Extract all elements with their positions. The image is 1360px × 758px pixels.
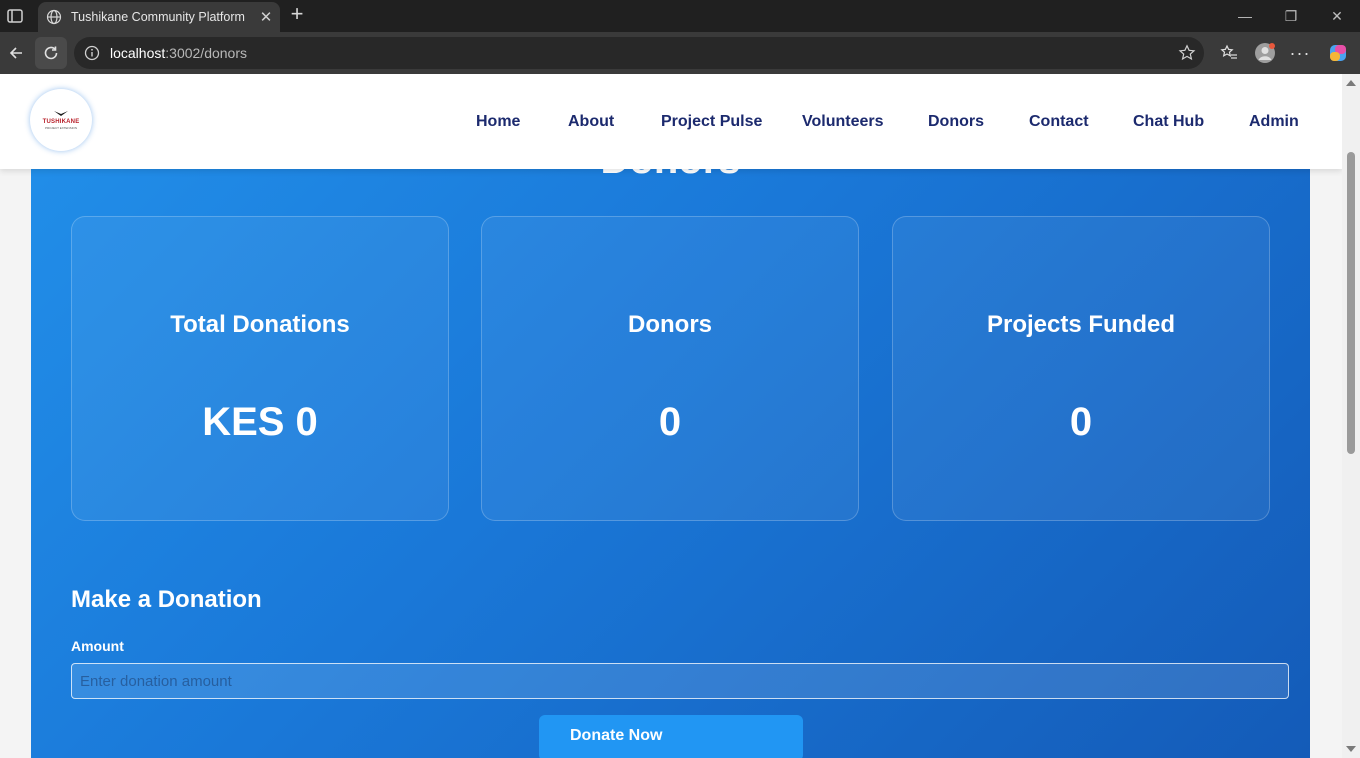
globe-icon xyxy=(46,9,62,25)
url-host: localhost xyxy=(110,45,166,61)
stat-card-total-donations: Total Donations KES 0 xyxy=(71,216,449,521)
more-options-icon[interactable]: ··· xyxy=(1284,37,1316,69)
amount-label: Amount xyxy=(71,638,124,654)
browser-tabbar: Tushikane Community Platform ✕ + — ❐ ✕ xyxy=(0,0,1360,32)
tab-actions-icon[interactable] xyxy=(6,7,24,25)
scrollbar-thumb[interactable] xyxy=(1347,152,1355,454)
favorite-star-icon[interactable] xyxy=(1178,44,1196,62)
profile-avatar-icon[interactable] xyxy=(1249,37,1281,69)
nav-link-contact[interactable]: Contact xyxy=(1029,113,1089,131)
window-close-icon[interactable]: ✕ xyxy=(1314,0,1360,32)
nav-link-chat-hub[interactable]: Chat Hub xyxy=(1133,113,1204,131)
copilot-icon[interactable] xyxy=(1322,37,1354,69)
url-path: :3002/donors xyxy=(165,45,247,61)
tab-title: Tushikane Community Platform xyxy=(71,10,245,24)
donate-now-button[interactable]: Donate Now xyxy=(539,715,803,758)
site-logo[interactable]: TUSHIKANE PROJECT EXTENSION xyxy=(30,89,92,151)
nav-link-volunteers[interactable]: Volunteers xyxy=(802,113,884,131)
nav-link-admin[interactable]: Admin xyxy=(1249,113,1299,131)
nav-link-home[interactable]: Home xyxy=(476,113,520,131)
logo-bird-icon xyxy=(54,111,68,116)
scroll-up-icon[interactable] xyxy=(1346,80,1356,86)
page-viewport: Donors Total Donations KES 0 Donors 0 Pr… xyxy=(0,74,1360,758)
browser-toolbar: localhost:3002/donors ··· xyxy=(0,32,1360,74)
new-tab-icon[interactable]: + xyxy=(286,3,308,26)
stat-card-projects-funded: Projects Funded 0 xyxy=(892,216,1270,521)
close-tab-icon[interactable]: ✕ xyxy=(252,5,280,29)
donors-section: Donors Total Donations KES 0 Donors 0 Pr… xyxy=(31,74,1310,758)
nav-link-project-pulse[interactable]: Project Pulse xyxy=(661,113,762,131)
site-navbar: TUSHIKANE PROJECT EXTENSION Home About P… xyxy=(0,74,1342,169)
favorites-icon[interactable] xyxy=(1213,37,1245,69)
amount-input[interactable] xyxy=(71,663,1289,699)
restore-icon[interactable]: ❐ xyxy=(1268,0,1314,32)
browser-tab[interactable]: Tushikane Community Platform ✕ xyxy=(38,2,280,32)
minimize-icon[interactable]: — xyxy=(1222,0,1268,32)
stat-value: KES 0 xyxy=(202,400,318,444)
scroll-down-icon[interactable] xyxy=(1346,746,1356,752)
stat-label: Total Donations xyxy=(170,311,350,338)
nav-link-about[interactable]: About xyxy=(568,113,614,131)
stat-value: 0 xyxy=(1069,400,1093,444)
logo-wordmark: TUSHIKANE xyxy=(42,119,80,125)
stat-label: Donors xyxy=(628,311,712,338)
stat-card-donors: Donors 0 xyxy=(481,216,859,521)
back-icon[interactable] xyxy=(0,37,32,69)
page-scrollbar[interactable] xyxy=(1342,74,1360,758)
stat-label: Projects Funded xyxy=(986,311,1176,338)
logo-tagline: PROJECT EXTENSION xyxy=(44,126,78,130)
nav-link-donors[interactable]: Donors xyxy=(928,113,984,131)
url-text: localhost:3002/donors xyxy=(110,45,247,61)
donation-form-title: Make a Donation xyxy=(71,586,262,613)
stat-value: 0 xyxy=(658,400,682,444)
site-info-icon[interactable] xyxy=(84,45,100,61)
address-bar[interactable]: localhost:3002/donors xyxy=(74,37,1204,69)
reload-icon[interactable] xyxy=(35,37,67,69)
